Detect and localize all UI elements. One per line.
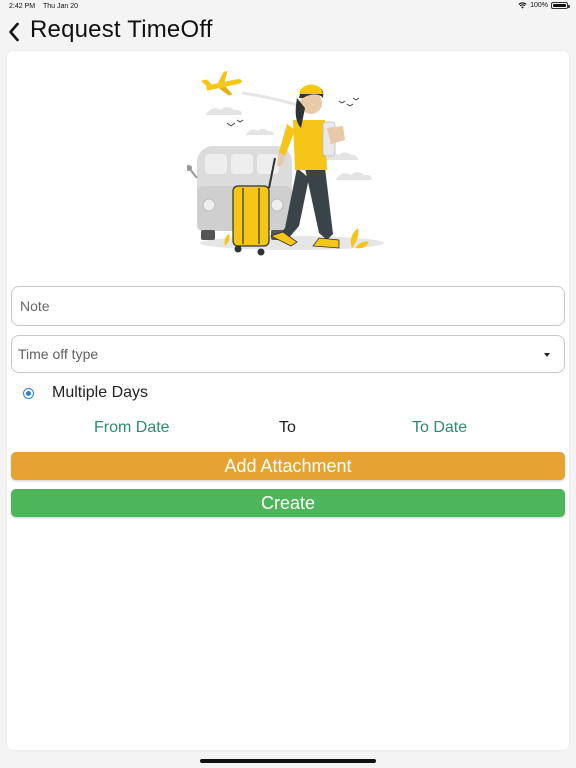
note-input[interactable]: [12, 287, 564, 325]
create-button[interactable]: Create: [11, 489, 565, 517]
radio-selected-icon: [23, 387, 34, 399]
status-time: 2:42 PM: [9, 3, 36, 10]
chevron-left-icon: [9, 22, 19, 42]
time-off-type-label: Time off type: [18, 346, 99, 362]
status-indicators: 100%: [518, 2, 570, 9]
from-date-button[interactable]: From Date: [94, 419, 170, 437]
wifi-icon: [518, 2, 527, 9]
travel-illustration: [187, 71, 384, 256]
status-bar: 2:42 PM Thu Jan 20 100%: [0, 0, 576, 14]
date-range: From Date To To Date: [7, 417, 569, 439]
add-attachment-button[interactable]: Add Attachment: [11, 452, 565, 480]
battery-percent: 100%: [530, 2, 548, 9]
page-title: Request TimeOff: [30, 16, 213, 43]
home-indicator: [200, 759, 376, 763]
status-date: Thu Jan 20: [43, 3, 79, 10]
time-off-type-select[interactable]: Time off type: [11, 335, 565, 373]
to-label: To: [279, 419, 296, 436]
header: Request TimeOff: [0, 14, 576, 48]
form-card: Time off type Multiple Days From Date To…: [7, 51, 569, 750]
battery-icon: [551, 2, 570, 9]
back-button[interactable]: [4, 20, 24, 44]
multiple-days-label: Multiple Days: [52, 384, 149, 401]
to-date-button[interactable]: To Date: [412, 419, 467, 437]
caret-down-icon: [544, 353, 550, 357]
note-field[interactable]: [11, 286, 565, 326]
multiple-days-radio[interactable]: Multiple Days: [23, 383, 148, 403]
